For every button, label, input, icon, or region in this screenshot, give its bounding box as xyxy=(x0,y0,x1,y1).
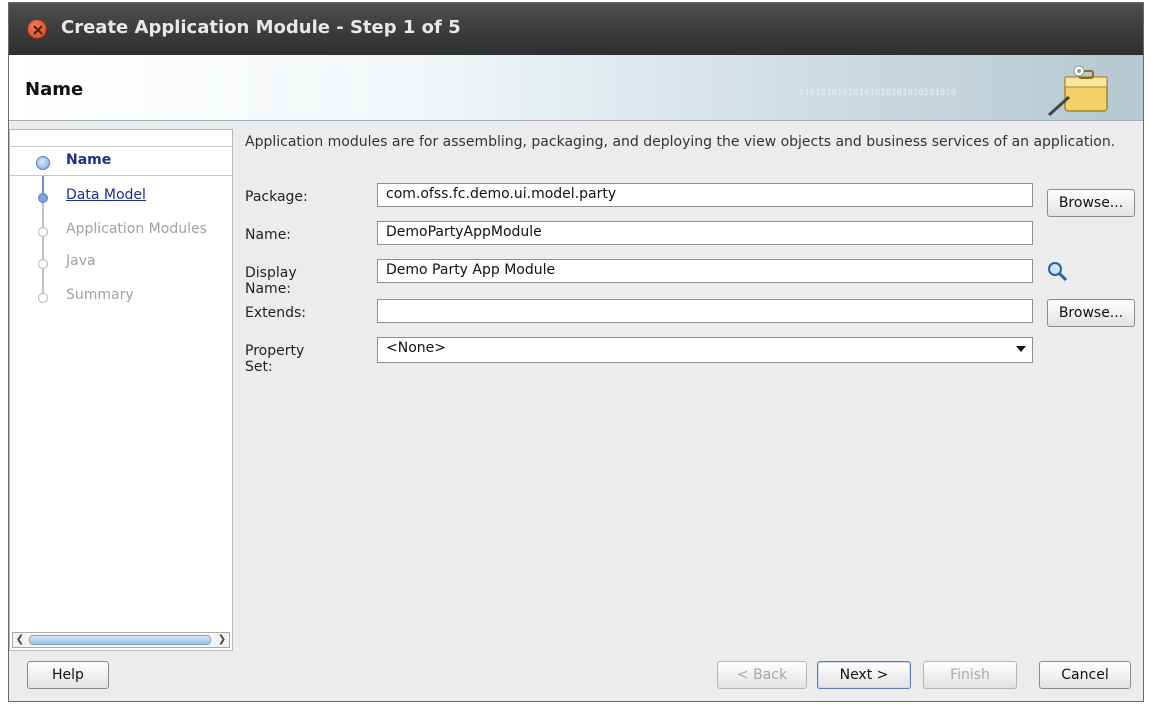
scrollbar-thumb[interactable] xyxy=(29,635,211,645)
back-button: < Back xyxy=(717,661,807,689)
package-field[interactable]: com.ofss.fc.demo.ui.model.party xyxy=(377,183,1033,207)
button-bar: Help < Back Next > Finish Cancel xyxy=(9,653,1143,699)
name-label: Name: xyxy=(245,227,292,243)
step-indicator xyxy=(38,227,48,237)
finish-button: Finish xyxy=(923,661,1017,689)
extends-label: Extends: xyxy=(245,305,307,321)
close-button[interactable] xyxy=(27,19,47,39)
step-active-indicator xyxy=(36,156,50,170)
step-label: Application Modules xyxy=(66,221,207,237)
property-set-select[interactable]: <None> xyxy=(377,337,1033,363)
briefcase-icon xyxy=(1047,65,1108,117)
property-set-value: <None> xyxy=(386,340,446,356)
step-java: Java xyxy=(10,248,232,278)
package-label: Package: xyxy=(245,189,308,205)
package-browse-button[interactable]: Browse... xyxy=(1047,189,1135,217)
right-arrow-icon[interactable]: ❯ xyxy=(215,633,229,647)
step-label: Name xyxy=(66,152,112,168)
step-indicator xyxy=(38,259,48,269)
help-button[interactable]: Help xyxy=(27,661,109,689)
create-application-module-dialog: Create Application Module - Step 1 of 5 … xyxy=(8,2,1144,702)
page-header: Name 01010101010101010101010101010 xyxy=(9,55,1143,121)
step-summary: Summary xyxy=(10,282,232,312)
display-name-label: Display Name: xyxy=(245,265,297,297)
step-data-model[interactable]: Data Model xyxy=(10,182,232,212)
cancel-button[interactable]: Cancel xyxy=(1039,661,1131,689)
step-indicator xyxy=(38,293,48,303)
step-label: Java xyxy=(66,253,96,269)
chevron-down-icon xyxy=(1016,346,1026,352)
next-button[interactable]: Next > xyxy=(817,661,911,689)
step-application-modules: Application Modules xyxy=(10,216,232,246)
step-label: Summary xyxy=(66,287,134,303)
property-set-label: Property Set: xyxy=(245,343,305,375)
description-text: Application modules are for assembling, … xyxy=(245,134,1116,150)
page-title: Name xyxy=(25,79,84,100)
search-icon[interactable] xyxy=(1047,261,1069,283)
close-icon xyxy=(33,25,43,35)
binary-decoration: 01010101010101010101010101010 xyxy=(799,88,957,98)
step-name[interactable]: Name xyxy=(10,146,232,176)
extends-browse-button[interactable]: Browse... xyxy=(1047,299,1135,327)
horizontal-scrollbar[interactable]: ❮ ❯ xyxy=(12,632,230,648)
title-bar: Create Application Module - Step 1 of 5 xyxy=(9,3,1143,55)
left-arrow-icon[interactable]: ❮ xyxy=(13,633,27,647)
window-title: Create Application Module - Step 1 of 5 xyxy=(61,17,461,38)
extends-field[interactable] xyxy=(377,299,1033,323)
display-name-field[interactable]: Demo Party App Module xyxy=(377,259,1033,283)
name-field[interactable]: DemoPartyAppModule xyxy=(377,221,1033,245)
step-label: Data Model xyxy=(66,187,146,203)
step-indicator xyxy=(38,193,48,203)
wizard-steps-panel: Name Data Model Application Modules Java… xyxy=(9,129,233,651)
